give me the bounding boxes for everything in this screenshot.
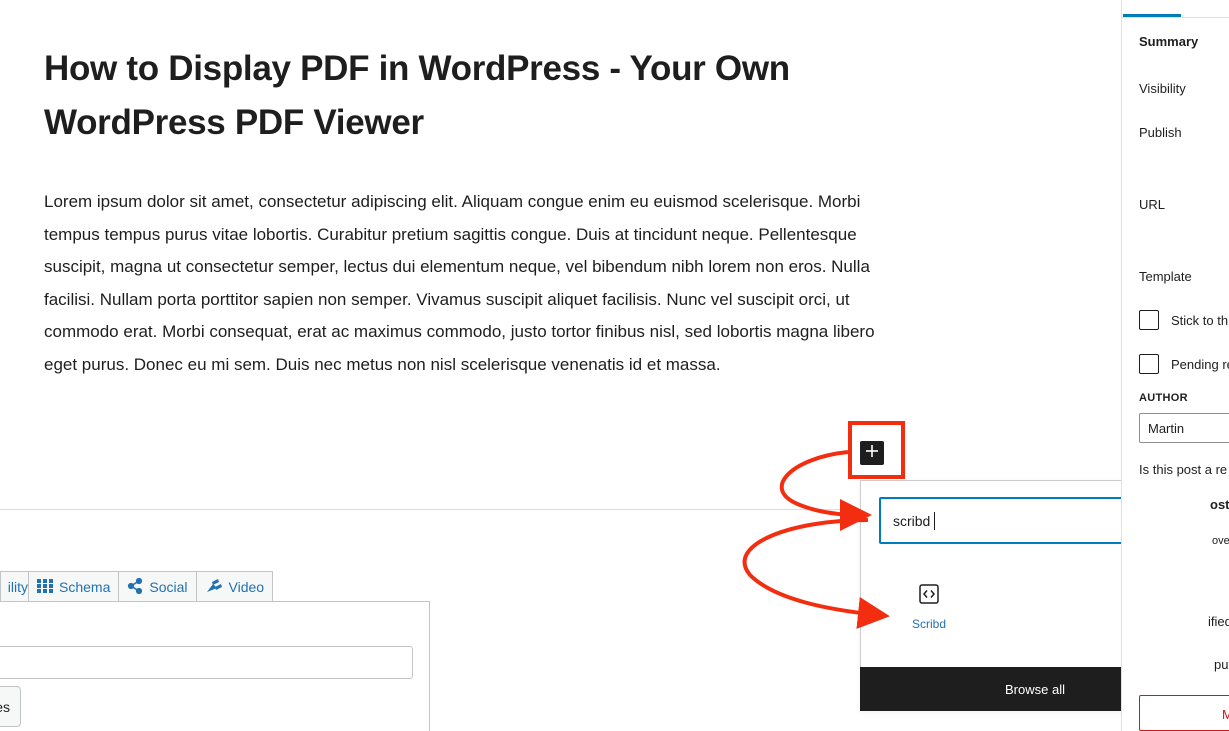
pending-checkbox[interactable]	[1139, 354, 1159, 374]
sidebar-fragment: ove	[1212, 535, 1229, 547]
tab-video[interactable]: Video	[195, 571, 274, 602]
pending-label: Pending re	[1171, 357, 1229, 372]
danger-button[interactable]: M	[1139, 695, 1229, 731]
sidebar-fragment: ost	[1210, 497, 1229, 512]
tab-label: ility	[7, 579, 28, 595]
author-heading: AUTHOR	[1139, 392, 1188, 404]
editor-divider	[0, 509, 862, 510]
author-value: Martin	[1148, 421, 1185, 436]
publish-label: Publish	[1139, 125, 1182, 140]
tab-readability[interactable]: ility	[0, 571, 29, 602]
repost-question: Is this post a re	[1139, 462, 1228, 477]
tab-social[interactable]: Social	[118, 571, 197, 602]
metabox-tabs: ility Schema Social Video	[0, 571, 274, 602]
block-search-input[interactable]	[893, 511, 1133, 531]
stick-checkbox[interactable]	[1139, 310, 1159, 330]
block-result-label: Scribd	[911, 617, 946, 631]
sidebar-fragment: ified	[1208, 614, 1229, 629]
url-label: URL	[1139, 197, 1166, 212]
sidebar-fragment: pu	[1214, 657, 1229, 672]
metabox-text-field[interactable]	[0, 646, 413, 679]
author-select[interactable]: Martin	[1139, 413, 1229, 443]
embed-icon	[917, 582, 941, 606]
settings-sidebar: Summary Visibility Publish URL Template …	[1121, 0, 1229, 731]
tab-label: Social	[149, 579, 188, 595]
annotation-highlight-box	[848, 421, 905, 479]
tab-label: Video	[228, 579, 265, 595]
summary-heading[interactable]: Summary	[1139, 34, 1198, 49]
stick-label: Stick to th	[1171, 313, 1229, 328]
tab-label: Schema	[59, 579, 111, 595]
metabox-button[interactable]: es	[0, 686, 21, 727]
danger-button-label: M	[1222, 707, 1229, 722]
sidebar-tab-divider	[1122, 17, 1229, 18]
metabox-button-label: es	[0, 698, 10, 715]
video-icon	[205, 578, 223, 597]
paragraph-block[interactable]: Lorem ipsum dolor sit amet, consectetur …	[44, 186, 894, 382]
visibility-label: Visibility	[1139, 81, 1186, 96]
grid-icon	[37, 578, 53, 597]
post-title[interactable]: How to Display PDF in WordPress - Your O…	[44, 42, 884, 150]
template-label: Template	[1139, 269, 1192, 284]
block-result-scribd[interactable]: Scribd	[887, 577, 971, 641]
tab-schema[interactable]: Schema	[28, 571, 120, 602]
text-caret	[934, 512, 935, 530]
share-icon	[127, 577, 143, 597]
